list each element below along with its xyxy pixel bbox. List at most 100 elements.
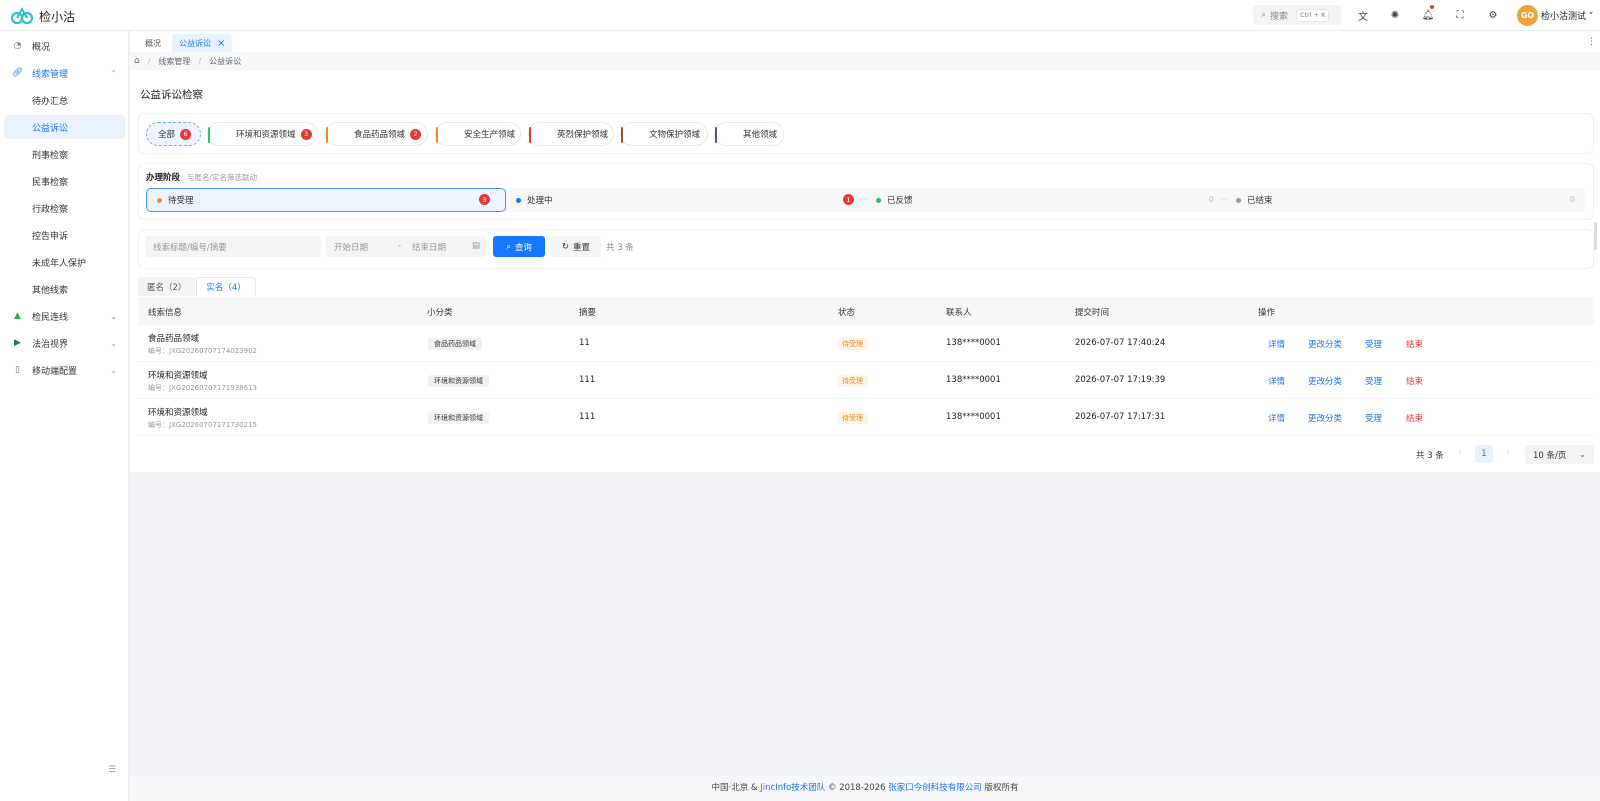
status-badge: 待受理 (837, 375, 868, 387)
category-tag: 环境和资源领域 (428, 412, 489, 424)
user-name[interactable]: 检小沽测试 ˅ (1541, 9, 1593, 22)
chevron-down-icon: ˅ (1586, 12, 1594, 22)
category-relics[interactable]: 文物保护领域 (620, 122, 708, 146)
sidebar: ◔ 概况 🔗︎ 线索管理 ⌃ 待办汇总 公益诉讼 刑事检察 民事检察 行政检察 … (0, 31, 129, 801)
stage-item-closed[interactable]: 已结束 (1236, 194, 1273, 206)
clue-code: 编号：JXG20260707171938613 (148, 384, 257, 392)
count-badge: 2 (410, 128, 422, 140)
stage-item-processing[interactable]: 处理中 (516, 194, 553, 206)
tab-overview[interactable]: 概况 (138, 34, 168, 52)
search-button[interactable]: ⌕ 搜索 Ctrl + K (1253, 5, 1341, 25)
detail-link[interactable]: 详情 (1268, 412, 1285, 424)
table-row[interactable]: 环境和资源领域 编号：JXG20260707171938613 环境和资源领域 … (138, 362, 1594, 399)
accept-link[interactable]: 受理 (1365, 338, 1382, 350)
category-food-drug[interactable]: 食品药品领域 2 (325, 122, 428, 146)
accept-link[interactable]: 受理 (1365, 412, 1382, 424)
sidebar-item-other-clues[interactable]: 其他线索 (4, 277, 125, 301)
sidebar-item-clue-management[interactable]: 🔗︎ 线索管理 ⌃ (4, 61, 125, 85)
search-label: 搜索 (1270, 11, 1289, 22)
avatar[interactable]: GO (1517, 5, 1538, 26)
category-safety[interactable]: 安全生产领域 (435, 122, 521, 146)
page-title: 公益诉讼检察 (140, 89, 203, 101)
search-icon: ⌕ (506, 241, 511, 252)
sidebar-item-complaint[interactable]: 控告申诉 (4, 223, 125, 247)
sidebar-item-criminal[interactable]: 刑事检察 (4, 142, 125, 166)
sidebar-item-minor-protection[interactable]: 未成年人保护 (4, 250, 125, 274)
summary: 11 (579, 338, 590, 348)
close-link[interactable]: 结束 (1406, 412, 1423, 424)
accept-link[interactable]: 受理 (1365, 375, 1382, 387)
more-icon[interactable]: ⋮ (1587, 37, 1596, 47)
category-environment[interactable]: 环境和资源领域 3 (207, 122, 318, 146)
category-tag: 食品药品领域 (428, 338, 482, 350)
collapse-sidebar-icon[interactable]: ☰ (108, 765, 116, 775)
company-link[interactable]: 张家口今创科技有限公司 (888, 783, 982, 793)
next-page-button[interactable]: › (1506, 448, 1509, 468)
column-header: 操作 (1258, 308, 1276, 318)
table-row[interactable]: 环境和资源领域 编号：JXG20260707171730215 环境和资源领域 … (138, 399, 1594, 436)
sidebar-item-overview[interactable]: ◔ 概况 (4, 34, 125, 58)
sidebar-item-todo-summary[interactable]: 待办汇总 (4, 88, 125, 112)
stage-item-pending[interactable]: 待受理 (157, 194, 194, 206)
category-other[interactable]: 其他领域 (714, 122, 784, 146)
tab-real-name[interactable]: 实名（4） (196, 277, 256, 296)
clue-title: 环境和资源领域 (148, 371, 208, 381)
reset-button[interactable]: ↻ 重置 (551, 236, 601, 257)
clue-title: 食品药品领域 (148, 334, 200, 344)
close-link[interactable]: 结束 (1406, 375, 1423, 387)
theme-icon[interactable]: ✺ (1388, 8, 1402, 22)
chevron-up-icon: ⌃ (110, 68, 117, 78)
date-range-picker[interactable]: 开始日期 - 结束日期 ▤ (326, 236, 486, 257)
mobile-icon: ▯ (15, 365, 20, 375)
start-date-field[interactable]: 开始日期 (334, 241, 368, 253)
count-badge: 3 (479, 194, 490, 205)
calendar-icon: ▤ (472, 241, 481, 251)
stage-item-feedback[interactable]: 已反馈 (876, 194, 913, 206)
bell-icon[interactable]: 🔔︎ (1421, 5, 1435, 22)
clue-title: 环境和资源领域 (148, 408, 208, 418)
sidebar-item-public-interest[interactable]: 公益诉讼 (4, 115, 125, 139)
gear-icon[interactable]: ⚙ (1486, 8, 1500, 22)
column-header: 提交时间 (1075, 308, 1110, 318)
query-button[interactable]: ⌕ 查询 (493, 236, 545, 257)
chevron-down-icon: ⌄ (110, 338, 117, 348)
close-link[interactable]: 结束 (1406, 338, 1423, 350)
close-icon[interactable]: × (217, 38, 225, 49)
stage-count: 0 (1570, 195, 1575, 204)
table-header: 线索信息 小分类 摘要 状态 联系人 提交时间 操作 (138, 297, 1594, 325)
change-category-link[interactable]: 更改分类 (1308, 338, 1342, 350)
change-category-link[interactable]: 更改分类 (1308, 412, 1342, 424)
summary: 111 (579, 375, 596, 385)
sidebar-item-civil[interactable]: 民事检察 (4, 169, 125, 193)
sidebar-item-law-vision[interactable]: ▶ 法治视界 ⌄ (4, 331, 125, 355)
end-date-field[interactable]: 结束日期 (412, 241, 446, 253)
tab-anonymous[interactable]: 匿名（2） (138, 277, 196, 296)
sidebar-item-citizen-link[interactable]: ▲ 检民连线 ⌄ (4, 304, 125, 328)
sidebar-item-mobile-config[interactable]: ▯ 移动端配置 ⌄ (4, 358, 125, 382)
fullscreen-icon[interactable]: ⛶ (1453, 8, 1467, 22)
prev-page-button[interactable]: ‹ (1458, 448, 1461, 468)
result-count: 共 3 条 (606, 243, 634, 253)
detail-link[interactable]: 详情 (1268, 375, 1285, 387)
page-number[interactable]: 1 (1475, 445, 1493, 463)
column-header: 小分类 (427, 308, 453, 318)
table-row[interactable]: 食品药品领域 编号：JXG20260707174023902 食品药品领域 11… (138, 325, 1594, 362)
team-link[interactable]: JincInfo技术团队 (760, 783, 825, 793)
stage-pending[interactable] (146, 188, 506, 212)
column-header: 摘要 (579, 308, 597, 318)
category-all[interactable]: 全部 6 (146, 122, 201, 146)
change-category-link[interactable]: 更改分类 (1308, 375, 1342, 387)
translate-icon[interactable]: 文 (1356, 8, 1370, 23)
scrollbar[interactable] (1594, 222, 1597, 250)
chevron-down-icon: ⌄ (1578, 449, 1586, 460)
detail-link[interactable]: 详情 (1268, 338, 1285, 350)
status-badge: 待受理 (837, 338, 868, 350)
sidebar-item-administrative[interactable]: 行政检察 (4, 196, 125, 220)
home-icon[interactable]: ⌂ (134, 56, 140, 66)
breadcrumb-item[interactable]: 线索管理 (158, 56, 190, 67)
tab-public-interest[interactable]: 公益诉讼 × (172, 34, 233, 52)
category-tag: 环境和资源领域 (428, 375, 489, 387)
page-size-select[interactable]: 10 条/页 ⌄ (1525, 445, 1594, 464)
keyword-input[interactable]: 线索标题/编号/摘要 (145, 236, 321, 257)
category-martyrs[interactable]: 英烈保护领域 (528, 122, 614, 146)
